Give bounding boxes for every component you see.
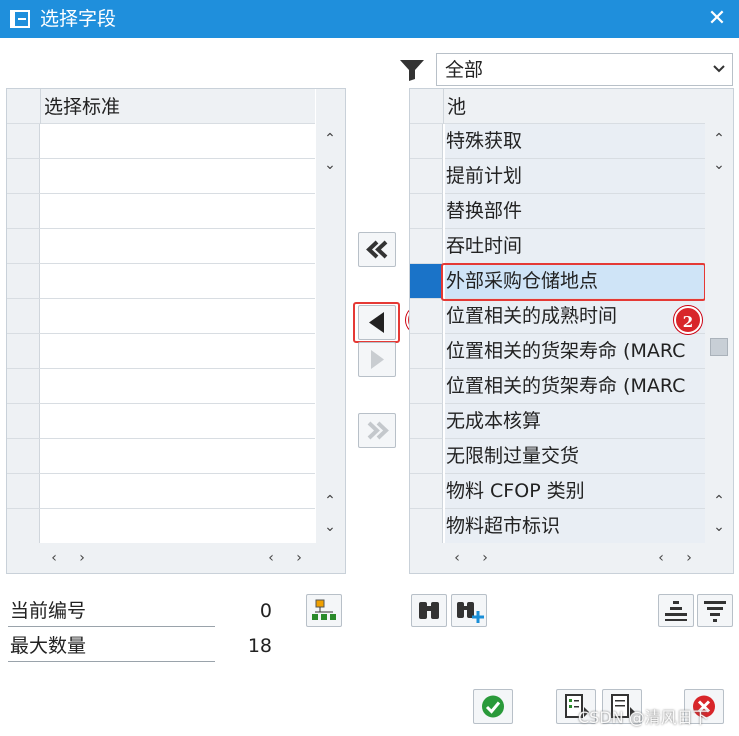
chevron-down-icon <box>712 60 726 83</box>
header-divider <box>40 89 41 124</box>
criteria-rows[interactable] <box>7 124 315 544</box>
list-item[interactable]: 提前计划 <box>445 159 705 194</box>
sort-descending-icon <box>704 601 726 622</box>
row-selector[interactable] <box>410 299 443 334</box>
confirm-button[interactable] <box>473 689 513 724</box>
triangle-right-icon <box>371 350 384 369</box>
table-row[interactable] <box>7 439 315 474</box>
find-next-button[interactable] <box>451 594 487 627</box>
table-row[interactable] <box>7 264 315 299</box>
funnel-icon[interactable] <box>398 57 426 83</box>
sort-ascending-button[interactable] <box>658 594 694 627</box>
row-selector[interactable] <box>410 509 443 544</box>
row-selector-selected[interactable] <box>410 264 443 299</box>
move-all-left-button[interactable] <box>358 232 396 267</box>
row-selector[interactable] <box>410 159 443 194</box>
find-button[interactable] <box>411 594 447 627</box>
row-selector[interactable] <box>410 124 443 159</box>
scroll-left-icon[interactable]: ‹ <box>262 549 280 567</box>
table-row[interactable] <box>7 159 315 194</box>
move-right-button[interactable] <box>358 342 396 377</box>
binoculars-icon <box>419 602 439 619</box>
table-row[interactable] <box>7 299 315 334</box>
scroll-left-icon[interactable]: ‹ <box>448 549 466 567</box>
row-selector[interactable] <box>410 194 443 229</box>
filter-dropdown[interactable]: 全部 <box>436 53 733 86</box>
max-count-underline <box>8 661 215 662</box>
double-chevron-right-icon <box>367 421 389 440</box>
list-item[interactable]: 无限制过量交货 <box>445 439 705 474</box>
row-selector[interactable] <box>410 404 443 439</box>
row-selector[interactable] <box>410 229 443 264</box>
header-divider <box>443 89 444 124</box>
list-item[interactable]: 位置相关的货架寿命 (MARC <box>445 334 705 369</box>
list-item[interactable]: 位置相关的成熟时间 <box>445 299 705 334</box>
scroll-down-icon[interactable]: ⌄ <box>321 518 339 536</box>
highlight-box-selected-row <box>441 263 706 301</box>
scroll-up-icon[interactable]: ⌃ <box>321 492 339 510</box>
watermark: CSDN @清风日下 <box>578 708 709 727</box>
current-number-value: 0 <box>259 600 272 622</box>
list-item[interactable]: 无成本核算 <box>445 404 705 439</box>
table-row[interactable] <box>7 474 315 509</box>
table-row[interactable] <box>7 404 315 439</box>
current-number-underline <box>8 626 215 627</box>
double-chevron-left-icon <box>366 240 388 259</box>
move-left-button[interactable] <box>358 305 396 340</box>
hierarchy-button[interactable] <box>306 594 342 627</box>
row-selector[interactable] <box>410 334 443 369</box>
scroll-right-icon[interactable]: › <box>290 549 308 567</box>
table-row[interactable] <box>7 334 315 369</box>
list-item[interactable]: 位置相关的货架寿命 (MARC <box>445 369 705 404</box>
row-selector[interactable] <box>410 369 443 404</box>
scroll-right-icon[interactable]: › <box>73 549 91 567</box>
list-item[interactable]: 特殊获取 <box>445 124 705 159</box>
scroll-left-icon[interactable]: ‹ <box>652 549 670 567</box>
binoculars-plus-icon <box>457 602 484 623</box>
scroll-up-icon[interactable]: ⌃ <box>321 130 339 148</box>
checkmark-icon <box>482 695 504 718</box>
move-all-right-button[interactable] <box>358 413 396 448</box>
scroll-up-icon[interactable]: ⌃ <box>710 492 728 510</box>
step-badge-2: 2 <box>674 306 702 334</box>
hierarchy-icon <box>312 599 336 620</box>
row-selector[interactable] <box>410 439 443 474</box>
sort-ascending-icon <box>665 601 687 621</box>
filter-selected-value: 全部 <box>445 59 484 81</box>
scroll-right-icon[interactable]: › <box>680 549 698 567</box>
list-item[interactable]: 物料超市标识 <box>445 509 705 544</box>
sort-descending-button[interactable] <box>697 594 733 627</box>
list-item[interactable]: 替换部件 <box>445 194 705 229</box>
scroll-down-icon[interactable]: ⌄ <box>321 156 339 174</box>
scroll-left-icon[interactable]: ‹ <box>45 549 63 567</box>
table-row[interactable] <box>7 229 315 264</box>
scroll-right-icon[interactable]: › <box>476 549 494 567</box>
current-number-label: 当前编号 <box>10 600 87 622</box>
list-item[interactable]: 吞吐时间 <box>445 229 705 264</box>
max-count-label: 最大数量 <box>10 635 87 657</box>
list-item[interactable]: 物料 CFOP 类别 <box>445 474 705 509</box>
criteria-header-label: 选择标准 <box>44 96 121 118</box>
window-icon <box>10 10 30 28</box>
scroll-down-icon[interactable]: ⌄ <box>710 156 728 174</box>
table-row[interactable] <box>7 369 315 404</box>
table-row[interactable] <box>7 509 315 544</box>
row-selector[interactable] <box>410 474 443 509</box>
max-count-value: 18 <box>247 635 272 657</box>
scroll-down-icon[interactable]: ⌄ <box>710 518 728 536</box>
table-row[interactable] <box>7 124 315 159</box>
close-icon[interactable]: ✕ <box>704 7 730 31</box>
pool-header-label: 池 <box>447 96 467 118</box>
window-title: 选择字段 <box>40 8 117 30</box>
triangle-left-icon <box>369 312 384 333</box>
scroll-thumb[interactable] <box>710 338 728 356</box>
table-row[interactable] <box>7 194 315 229</box>
scroll-up-icon[interactable]: ⌃ <box>710 130 728 148</box>
